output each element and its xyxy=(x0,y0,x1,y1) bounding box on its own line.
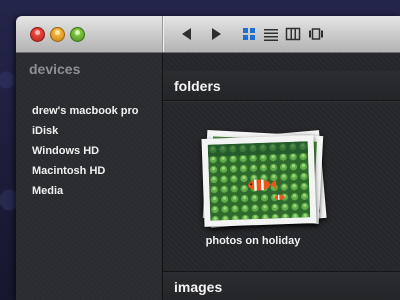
photo-card xyxy=(201,135,317,227)
list-view-button[interactable] xyxy=(263,26,279,42)
sidebar-item-drews-macbook-pro[interactable]: drew's macbook pro xyxy=(32,103,139,123)
icon-view-button[interactable] xyxy=(241,26,257,42)
folder-item-photos-on-holiday[interactable]: photos on holiday xyxy=(183,125,327,249)
devices-list: drew's macbook pro iDisk Windows HD Maci… xyxy=(32,103,139,203)
coverflow-icon xyxy=(309,28,323,40)
sidebar: devices drew's macbook pro iDisk Windows… xyxy=(16,53,163,300)
sidebar-item-macintosh-hd[interactable]: Macintosh HD xyxy=(32,163,139,183)
sidebar-item-media[interactable]: Media xyxy=(32,183,139,203)
folder-label: photos on holiday xyxy=(205,235,301,247)
forward-button[interactable] xyxy=(209,27,223,41)
sidebar-item-windows-hd[interactable]: Windows HD xyxy=(32,143,139,163)
close-window-button[interactable] xyxy=(30,27,45,42)
section-title: images xyxy=(174,279,223,295)
columns-icon xyxy=(285,27,301,41)
finder-window: devices drew's macbook pro iDisk Windows… xyxy=(16,16,400,300)
clownfish-in-anemone-photo xyxy=(207,141,311,221)
grid-icon xyxy=(243,28,255,40)
sidebar-item-idisk[interactable]: iDisk xyxy=(32,123,139,143)
back-button[interactable] xyxy=(180,27,194,41)
section-title: folders xyxy=(174,78,221,94)
toolbar-divider xyxy=(162,16,163,52)
photo-stack-thumbnail xyxy=(201,130,327,229)
images-section-header: images xyxy=(163,271,400,300)
content-pane: folders photos on holiday images xyxy=(163,53,400,300)
sidebar-heading-devices: devices xyxy=(29,61,81,77)
triangle-left-icon xyxy=(182,28,191,40)
coverflow-view-button[interactable] xyxy=(308,26,324,42)
toolbar xyxy=(16,16,400,53)
column-view-button[interactable] xyxy=(285,26,301,42)
minimize-window-button[interactable] xyxy=(50,27,65,42)
folders-section-header: folders xyxy=(163,71,400,101)
list-icon xyxy=(264,29,278,41)
triangle-right-icon xyxy=(212,28,221,40)
zoom-window-button[interactable] xyxy=(70,27,85,42)
